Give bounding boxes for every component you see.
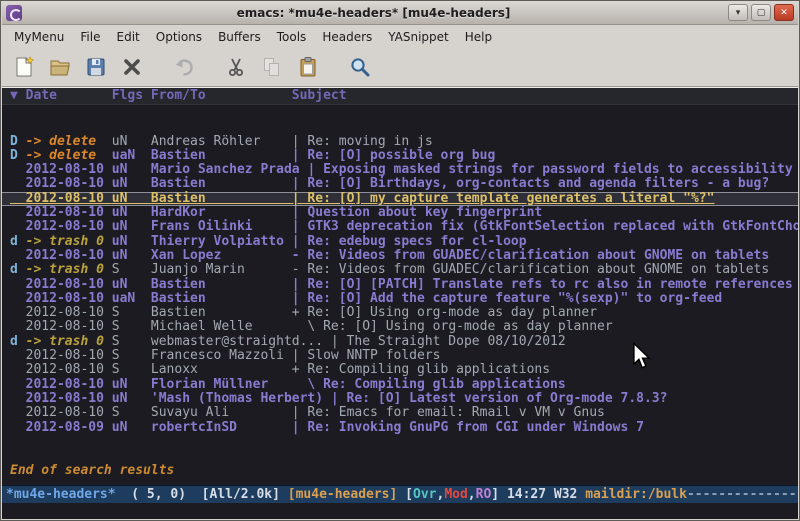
message-row[interactable]: D -> delete uN Andreas Röhler | Re: movi… — [2, 135, 798, 149]
message-row[interactable]: 2012-08-10 uN Bastien | Re: [O] my captu… — [2, 192, 798, 206]
modeline-modified-flag: Mod — [444, 487, 467, 502]
copy-icon — [258, 53, 286, 81]
close-button[interactable]: ✕ — [774, 4, 794, 21]
menu-item-edit[interactable]: Edit — [109, 27, 148, 47]
maximize-button[interactable]: ▢ — [751, 4, 771, 21]
headers-list: D -> delete uN Andreas Röhler | Re: movi… — [2, 135, 798, 435]
cut-icon[interactable] — [222, 53, 250, 81]
modeline-overwrite-flag: Ovr — [413, 487, 436, 502]
toolbar — [2, 48, 798, 87]
message-row[interactable]: d -> trash 0 S webmaster@straightd... | … — [2, 335, 798, 349]
modeline-time: 14:27 — [507, 487, 546, 502]
emacs-icon — [6, 5, 22, 21]
mode-line: *mu4e-headers* ( 5, 0) [All/2.0k] [mu4e-… — [2, 485, 798, 503]
modeline-window-id: W32 — [546, 487, 585, 502]
message-row[interactable]: 2012-08-10 S Lanoxx + Re: Compiling glib… — [2, 363, 798, 377]
emacs-window: emacs: *mu4e-headers* [mu4e-headers] ▾ ▢… — [0, 0, 800, 521]
menu-item-headers[interactable]: Headers — [314, 27, 380, 47]
emacs-frame: ▼ Date Flgs From/To Subject D -> delete … — [2, 87, 798, 519]
message-row[interactable]: 2012-08-10 uN Florian Müllner \ Re: Comp… — [2, 378, 798, 392]
message-row[interactable]: 2012-08-10 S Suvayu Ali | Re: Emacs for … — [2, 406, 798, 420]
menu-bar: MyMenuFileEditOptionsBuffersToolsHeaders… — [2, 25, 798, 48]
menu-item-tools[interactable]: Tools — [269, 27, 315, 47]
headers-buffer[interactable]: D -> delete uN Andreas Röhler | Re: movi… — [2, 104, 798, 485]
modeline-major-mode: [mu4e-headers] — [288, 487, 398, 502]
save-buffer-icon[interactable] — [82, 53, 110, 81]
message-row[interactable]: 2012-08-10 uN Bastien | Re: [O] [PATCH] … — [2, 278, 798, 292]
window-title: emacs: *mu4e-headers* [mu4e-headers] — [22, 6, 725, 20]
open-file-icon[interactable] — [46, 53, 74, 81]
message-row[interactable]: 2012-08-10 S Michael Welle \ Re: [O] Usi… — [2, 320, 798, 334]
modeline-maildir: maildir:/bulk — [585, 487, 687, 502]
menu-item-file[interactable]: File — [72, 27, 108, 47]
message-row[interactable]: 2012-08-10 S Francesco Mazzoli | Slow NN… — [2, 349, 798, 363]
modeline-buffer-name: *mu4e-headers* — [6, 487, 116, 502]
message-row[interactable]: 2012-08-10 uN 'Mash (Thomas Herbert) | R… — [2, 392, 798, 406]
menu-item-help[interactable]: Help — [457, 27, 500, 47]
message-row[interactable]: 2012-08-10 S Bastien + Re: [O] Using org… — [2, 306, 798, 320]
modeline-bracket-open: [ — [397, 487, 413, 502]
message-row[interactable]: 2012-08-10 uN HardKor | Question about k… — [2, 206, 798, 220]
message-row[interactable]: 2012-08-10 uaN Bastien | Re: [O] Add the… — [2, 292, 798, 306]
minimize-button[interactable]: ▾ — [728, 4, 748, 21]
modeline-bracket-close: ] — [491, 487, 507, 502]
modeline-position: ( 5, 0) [All/2.0k] — [116, 487, 288, 502]
menu-item-mymenu[interactable]: MyMenu — [6, 27, 72, 47]
modeline-comma2: , — [468, 487, 476, 502]
message-row[interactable]: d -> trash 0 S Juanjo Marin - Re: Videos… — [2, 263, 798, 277]
modeline-dashes: ---------------------------------------- — [687, 487, 798, 502]
message-row[interactable]: 2012-08-09 uN robertcInSD | Re: Invoking… — [2, 421, 798, 435]
message-row[interactable]: 2012-08-10 uN Xan Lopez - Re: Videos fro… — [2, 249, 798, 263]
message-row[interactable]: D -> delete uaN Bastien | Re: [O] possib… — [2, 149, 798, 163]
message-row[interactable]: 2012-08-10 uN Bastien | Re: [O] Birthday… — [2, 177, 798, 191]
message-row[interactable]: 2012-08-10 uN Frans Oilinki | GTK3 depre… — [2, 220, 798, 234]
close-buffer-icon[interactable] — [118, 53, 146, 81]
menu-item-yasnippet[interactable]: YASnippet — [380, 27, 457, 47]
paste-icon[interactable] — [294, 53, 322, 81]
header-line[interactable]: ▼ Date Flgs From/To Subject — [2, 88, 798, 104]
echo-area[interactable] — [2, 503, 798, 519]
search-icon[interactable] — [346, 53, 374, 81]
message-row[interactable]: 2012-08-10 uN Mario Sanchez Prada | Expo… — [2, 163, 798, 177]
modeline-readonly-flag: RO — [476, 487, 492, 502]
new-file-icon[interactable] — [10, 53, 38, 81]
end-of-results: End of search results — [2, 463, 798, 478]
window-controls: ▾ ▢ ✕ — [725, 4, 794, 21]
undo-icon — [170, 53, 198, 81]
menu-item-buffers[interactable]: Buffers — [210, 27, 269, 47]
message-row[interactable]: d -> trash 0 uN Thierry Volpiatto | Re: … — [2, 235, 798, 249]
menu-item-options[interactable]: Options — [148, 27, 210, 47]
titlebar: emacs: *mu4e-headers* [mu4e-headers] ▾ ▢… — [2, 1, 798, 25]
